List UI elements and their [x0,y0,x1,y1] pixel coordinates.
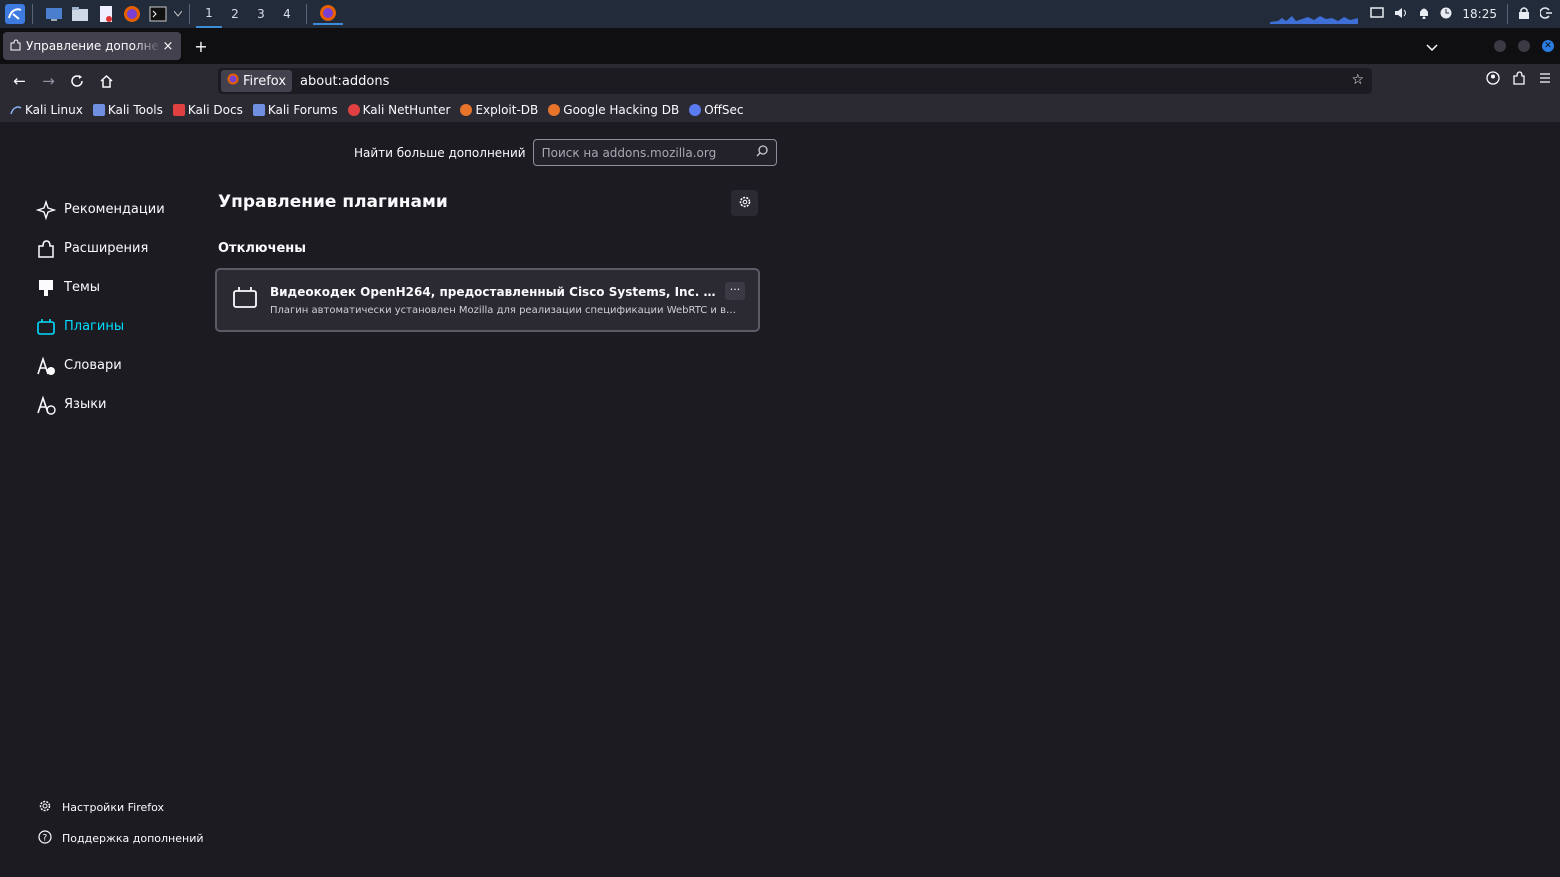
category-languages[interactable]: Языки [36,385,165,424]
addons-search-input[interactable]: Поиск на addons.mozilla.org [532,139,777,166]
kali-linux-favicon [10,104,22,116]
kali-menu-icon[interactable] [4,3,26,25]
google-hacking-db-favicon [548,104,561,116]
firefox-launcher-icon[interactable] [121,3,143,25]
firefox-settings-link[interactable]: Настройки Firefox [38,792,204,823]
section-disabled-heading: Отключены [218,241,307,256]
workspace-4[interactable]: 4 [274,0,300,28]
addons-tools-button[interactable] [731,190,758,216]
brush-icon [36,278,56,298]
page-title: Управление плагинами [218,192,448,212]
puzzle-icon [9,38,21,54]
clock[interactable]: 18:25 [1462,7,1497,21]
text-editor-icon[interactable] [95,3,117,25]
cpu-graph [1268,4,1360,24]
logout-icon[interactable] [1539,6,1552,22]
categories-sidebar: Рекомендации Расширения Темы Плагины Сло… [36,190,165,424]
svg-text:?: ? [43,834,48,844]
tab-addons-manager[interactable]: Управление дополнениями × [3,32,181,60]
navigation-bar: ← → Firefox about:addons ☆ [0,64,1560,98]
volume-icon[interactable] [1394,7,1408,22]
bookmark-google-hacking-db[interactable]: Google Hacking DB [548,103,679,117]
maximize-button[interactable] [1518,40,1530,52]
extensions-icon[interactable] [1512,70,1526,89]
plugin-description: Плагин автоматически установлен Mozilla … [270,305,743,316]
search-placeholder: Поиск на addons.mozilla.org [541,145,717,160]
url-text[interactable]: about:addons [300,74,389,89]
account-icon[interactable] [1486,70,1500,89]
sparkle-icon [36,199,56,220]
dictionary-icon [36,355,56,376]
bookmark-kali-forums[interactable]: Kali Forums [252,103,338,117]
kali-docs-favicon [172,104,185,116]
plugin-icon [233,286,257,312]
workspace-1[interactable]: 1 [196,0,222,28]
file-manager-icon[interactable] [69,3,91,25]
plugin-name: Видеокодек OpenH264, предоставленный Cis… [270,285,720,299]
menu-icon[interactable] [1538,70,1552,89]
bookmark-star-icon[interactable]: ☆ [1351,72,1364,88]
category-plugins[interactable]: Плагины [36,307,165,346]
offsec-favicon [689,104,702,116]
addons-search-row: Найти больше дополнений Поиск на addons.… [354,139,777,166]
plugin-more-options-button[interactable]: ··· [725,282,745,300]
list-all-tabs-icon[interactable] [1426,37,1438,56]
sidebar-footer: Настройки Firefox ? Поддержка дополнений [38,792,204,854]
firefox-window-icon[interactable] [313,3,343,25]
minimize-button[interactable] [1494,40,1506,52]
category-recommendations[interactable]: Рекомендации [36,190,165,229]
desktop-icon[interactable] [43,3,65,25]
bookmark-kali-tools[interactable]: Kali Tools [92,103,163,117]
addons-support-link[interactable]: ? Поддержка дополнений [38,823,204,854]
reload-button[interactable] [63,67,92,95]
tab-close-button[interactable]: × [161,39,175,54]
identity-label: Firefox [243,73,287,89]
chevron-down-icon[interactable] [173,3,183,25]
notification-icon[interactable] [1418,6,1430,22]
home-button[interactable] [92,67,121,95]
kali-tools-favicon [92,104,105,116]
bookmark-kali-nethunter[interactable]: Kali NetHunter [347,103,450,117]
exploit-db-favicon [460,104,473,116]
addons-page: Найти больше дополнений Поиск на addons.… [0,122,1560,877]
tab-title: Управление дополнениями [26,39,161,53]
url-bar[interactable]: Firefox about:addons ☆ [218,68,1372,94]
gear-icon [738,194,752,213]
window-close-button[interactable]: ✕ [1542,40,1554,52]
forward-button[interactable]: → [34,67,63,95]
terminal-icon[interactable] [147,3,169,25]
bookmark-kali-docs[interactable]: Kali Docs [172,103,243,117]
search-icon [756,145,768,160]
category-dictionaries[interactable]: Словари [36,346,165,385]
category-extensions[interactable]: Расширения [36,229,165,268]
bookmark-offsec[interactable]: OffSec [689,103,744,117]
workspace-3[interactable]: 3 [248,0,274,28]
kali-nethunter-favicon [347,104,360,116]
lock-icon[interactable] [1518,6,1530,22]
category-themes[interactable]: Темы [36,268,165,307]
display-icon[interactable] [1370,6,1385,22]
search-label: Найти больше дополнений [354,145,526,160]
plugin-icon [36,317,56,337]
bookmark-kali-linux[interactable]: Kali Linux [10,103,83,117]
kali-forums-favicon [252,104,265,116]
language-icon [36,394,56,415]
system-panel: 1 2 3 4 18:25 [0,0,1560,28]
power-manager-icon[interactable] [1440,7,1452,22]
puzzle-icon [36,239,56,259]
new-tab-button[interactable]: + [191,37,211,56]
plugin-card-openh264[interactable]: Видеокодек OpenH264, предоставленный Cis… [215,268,760,332]
firefox-icon [227,73,239,89]
bookmarks-toolbar: Kali Linux Kali Tools Kali Docs Kali For… [0,98,1560,122]
back-button[interactable]: ← [5,67,34,95]
gear-icon [38,799,52,816]
help-icon: ? [38,830,52,847]
bookmark-exploit-db[interactable]: Exploit-DB [460,103,538,117]
identity-box[interactable]: Firefox [221,70,293,92]
tab-bar: Управление дополнениями × + ✕ [0,28,1560,64]
workspace-2[interactable]: 2 [222,0,248,28]
